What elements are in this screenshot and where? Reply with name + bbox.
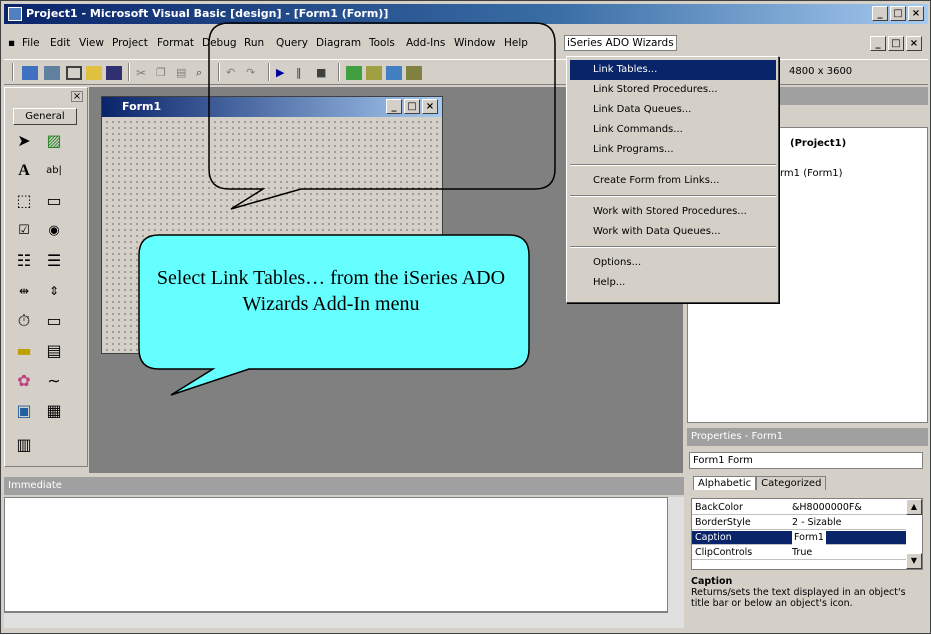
callout-text: Select Link Tables… from the iSeries ADO… xyxy=(156,267,506,315)
empty-callout-shape xyxy=(208,22,556,210)
vb-ide-window: Project1 - Microsoft Visual Basic [desig… xyxy=(0,0,931,634)
